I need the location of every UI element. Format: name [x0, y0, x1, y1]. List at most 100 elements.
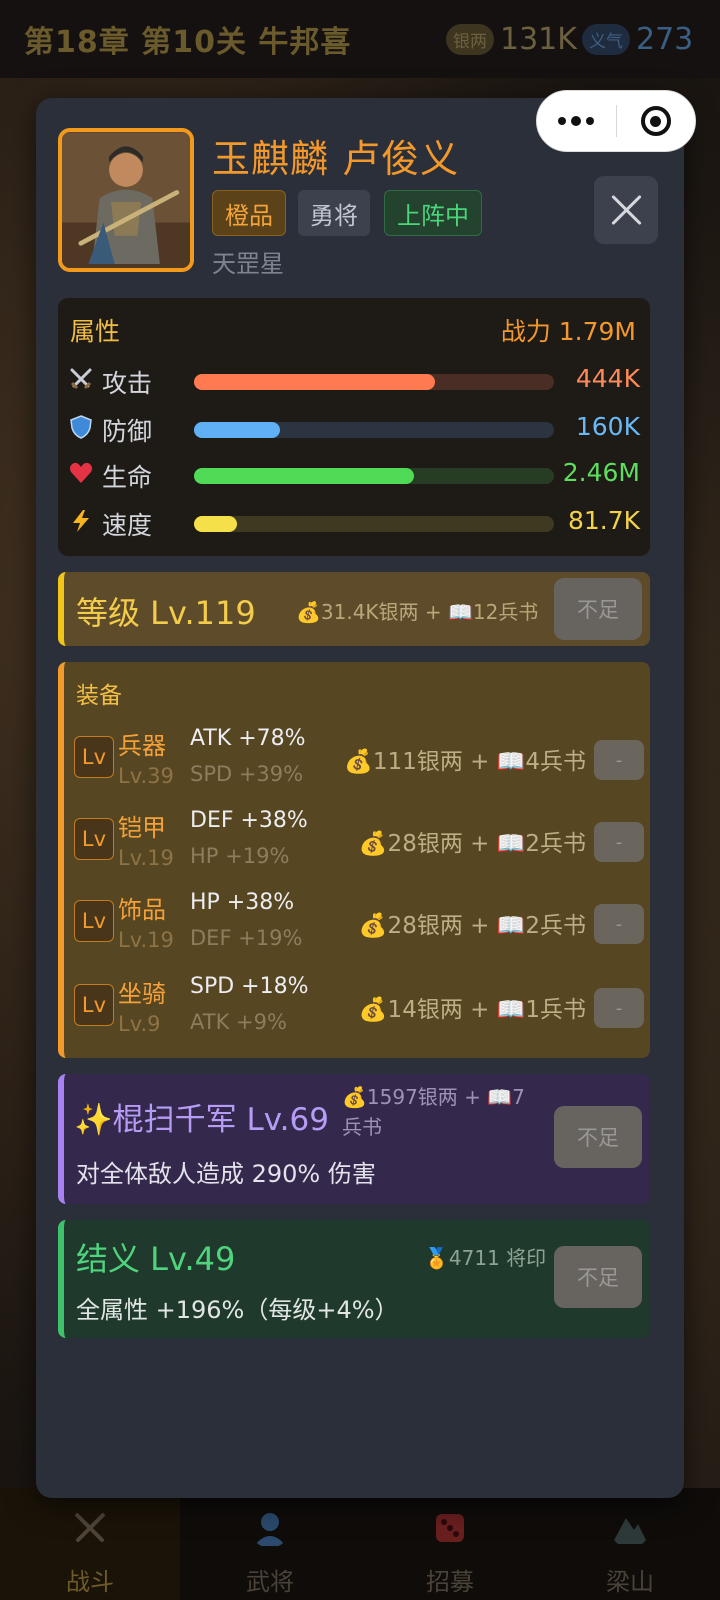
- swords-icon: [70, 368, 92, 390]
- level-section: 等级 Lv.119 💰31.4K银两 + 📖12兵书 不足: [58, 572, 650, 646]
- equipment-name: 铠甲: [118, 814, 166, 842]
- attributes-section: 属性 战力 1.79M 攻击 444K 防御 160K 生命 2.46M 速度 …: [58, 298, 650, 556]
- attributes-title: 属性: [70, 317, 121, 346]
- top-bar: 第18章 第10关 牛邦喜 银两 131K 义气 273: [0, 0, 720, 78]
- heart-icon: [70, 462, 92, 483]
- stat-hp: 生命 2.46M: [68, 456, 644, 492]
- equipment-row-mount: Lv 坐骑 Lv.9 SPD +18% ATK +9% 💰14银两 + 📖1兵书…: [74, 974, 644, 1046]
- crossed-swords-icon: [74, 1512, 106, 1542]
- equipment-main-stat: DEF +38%: [190, 808, 308, 833]
- equipment-upgrade-button[interactable]: -: [594, 988, 644, 1028]
- bond-upgrade-button[interactable]: 不足: [554, 1246, 642, 1308]
- equipment-cost: 💰14银两 + 📖1兵书: [358, 997, 586, 1023]
- equipment-main-stat: HP +38%: [190, 890, 295, 915]
- equipment-name: 饰品: [118, 896, 166, 924]
- equipment-sub-stat: HP +19%: [190, 844, 290, 868]
- stat-value: 160K: [575, 412, 640, 441]
- hero-name: 玉麒麟 卢俊义: [212, 137, 460, 181]
- deployed-tag: 上阵中: [384, 190, 482, 236]
- nav-tab-battle[interactable]: 战斗: [0, 1488, 180, 1600]
- equipment-cost: 💰28银两 + 📖2兵书: [358, 831, 586, 857]
- stat-value: 2.46M: [562, 458, 640, 487]
- bond-cost: 🏅4711 将印: [424, 1246, 547, 1270]
- skill-title: ✨棍扫千军 Lv.69: [74, 1102, 329, 1138]
- hero-portrait-image: [62, 132, 190, 268]
- silver-counter: 银两 131K: [446, 22, 577, 57]
- silver-tag: 银两: [446, 24, 494, 55]
- equipment-level: Lv.19: [118, 928, 174, 952]
- equipment-row-weapon: Lv 兵器 Lv.39 ATK +78% SPD +39% 💰111银两 + 📖…: [74, 726, 644, 798]
- exit-miniprogram-button[interactable]: [617, 91, 696, 151]
- nav-label: 武将: [246, 1568, 294, 1596]
- close-icon: [610, 194, 642, 226]
- hero-detail-panel: 玉麒麟 卢俊义 橙品 勇将 上阵中 天罡星 属性 战力 1.79M 攻击 444…: [36, 98, 684, 1498]
- nav-tab-generals[interactable]: 武将: [180, 1488, 360, 1600]
- equipment-name: 兵器: [118, 732, 166, 760]
- equipment-name: 坐骑: [118, 980, 166, 1008]
- equipment-lv-badge: Lv: [74, 736, 114, 778]
- equipment-level: Lv.39: [118, 764, 174, 788]
- more-dots-icon: [558, 115, 595, 126]
- equipment-level: Lv.9: [118, 1012, 161, 1036]
- equipment-row-accessory: Lv 饰品 Lv.19 HP +38% DEF +19% 💰28银两 + 📖2兵…: [74, 890, 644, 962]
- more-button[interactable]: [537, 91, 616, 151]
- bond-section: 结义 Lv.49 🏅4711 将印 全属性 +196%（每级+4%） 不足: [58, 1220, 650, 1338]
- equipment-row-armor: Lv 铠甲 Lv.19 DEF +38% HP +19% 💰28银两 + 📖2兵…: [74, 808, 644, 880]
- equipment-level: Lv.19: [118, 846, 174, 870]
- yiqi-counter: 义气 273: [582, 22, 693, 57]
- nav-label: 招募: [426, 1568, 474, 1596]
- stat-label: 生命: [102, 463, 153, 492]
- level-cost: 💰31.4K银两 + 📖12兵书: [296, 600, 539, 624]
- yiqi-value: 273: [636, 22, 694, 57]
- nav-tab-liangshan[interactable]: 梁山: [540, 1488, 720, 1600]
- skill-upgrade-button[interactable]: 不足: [554, 1106, 642, 1168]
- level-up-button[interactable]: 不足: [554, 578, 642, 640]
- stat-value: 444K: [575, 364, 640, 393]
- hero-star: 天罡星: [212, 250, 284, 278]
- equipment-sub-stat: ATK +9%: [190, 1010, 287, 1034]
- stat-label: 防御: [102, 417, 153, 446]
- bottom-nav: 战斗 武将 招募 梁山: [0, 1488, 720, 1600]
- equipment-section: 装备 Lv 兵器 Lv.39 ATK +78% SPD +39% 💰111银两 …: [58, 662, 650, 1058]
- nav-tab-recruit[interactable]: 招募: [360, 1488, 540, 1600]
- nav-label: 战斗: [66, 1568, 114, 1596]
- stat-attack: 攻击 444K: [68, 362, 644, 398]
- class-tag: 勇将: [298, 190, 370, 236]
- stat-bar: [194, 374, 554, 390]
- combat-power: 战力 1.79M: [500, 317, 636, 346]
- nav-label: 梁山: [606, 1568, 654, 1596]
- stat-bar-fill: [194, 468, 414, 484]
- equipment-sub-stat: SPD +39%: [190, 762, 304, 786]
- stat-label: 速度: [102, 511, 153, 540]
- equipment-sub-stat: DEF +19%: [190, 926, 303, 950]
- stat-bar-fill: [194, 516, 238, 532]
- close-button[interactable]: [594, 176, 658, 244]
- stat-speed: 速度 81.7K: [68, 504, 644, 540]
- equipment-main-stat: ATK +78%: [190, 726, 306, 751]
- equipment-cost: 💰28银两 + 📖2兵书: [358, 913, 586, 939]
- stat-bar-fill: [194, 374, 436, 390]
- skill-section: ✨棍扫千军 Lv.69 💰1597银两 + 📖7兵书 对全体敌人造成 290% …: [58, 1074, 650, 1204]
- quality-tag: 橙品: [212, 190, 286, 236]
- miniprogram-capsule: [536, 90, 696, 152]
- stat-bar: [194, 468, 554, 484]
- stat-bar: [194, 516, 554, 532]
- skill-cost: 💰1597银两 + 📖7兵书: [342, 1085, 525, 1139]
- equipment-upgrade-button[interactable]: -: [594, 822, 644, 862]
- stat-label: 攻击: [102, 369, 153, 398]
- equipment-upgrade-button[interactable]: -: [594, 904, 644, 944]
- equipment-upgrade-button[interactable]: -: [594, 740, 644, 780]
- equipment-lv-badge: Lv: [74, 818, 114, 860]
- mountain-icon: [612, 1518, 648, 1544]
- lightning-icon: [73, 510, 89, 532]
- level-title: 等级 Lv.119: [76, 594, 256, 632]
- chapter-title: 第18章 第10关 牛邦喜: [24, 25, 352, 60]
- target-icon: [640, 106, 671, 136]
- bond-title: 结义 Lv.49: [76, 1240, 236, 1278]
- stat-value: 81.7K: [567, 506, 640, 535]
- bond-description: 全属性 +196%（每级+4%）: [76, 1296, 399, 1324]
- skill-description: 对全体敌人造成 290% 伤害: [76, 1160, 376, 1188]
- equipment-cost: 💰111银两 + 📖4兵书: [344, 749, 586, 775]
- stat-defense: 防御 160K: [68, 410, 644, 446]
- equipment-title: 装备: [76, 683, 122, 709]
